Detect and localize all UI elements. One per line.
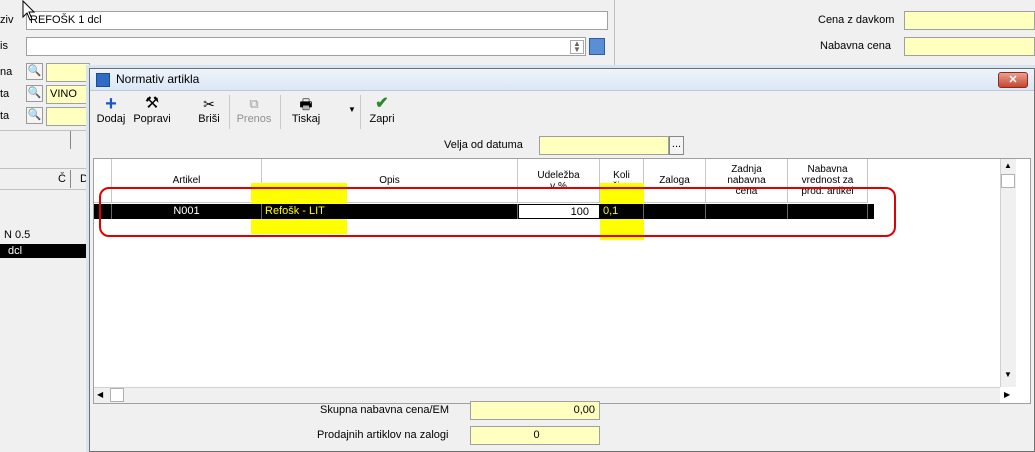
plus-icon: + xyxy=(105,93,117,115)
normativ-grid: Artikel Opis Udeležba v % Koli čina Zalo… xyxy=(93,158,1031,404)
cursor-icon xyxy=(22,0,36,21)
opis-label: is xyxy=(0,40,8,52)
scissors-icon: ✂ xyxy=(203,96,215,112)
row4-label: ta xyxy=(0,88,10,100)
vrsta-field[interactable]: VINO xyxy=(46,85,90,104)
chevron-down-icon[interactable]: ▼ xyxy=(348,105,356,114)
dialog-title: Normativ artikla xyxy=(116,72,200,86)
prenos-label: Prenos xyxy=(236,113,272,125)
column-c-header[interactable]: Č xyxy=(58,173,66,185)
list-item-label: dcl xyxy=(8,245,23,257)
opis-field[interactable] xyxy=(26,37,586,56)
velja-date-field[interactable] xyxy=(539,136,669,155)
note-icon[interactable] xyxy=(589,38,605,55)
dialog-titlebar[interactable]: Normativ artikla ✕ xyxy=(90,69,1034,91)
cena-z-davkom-field[interactable] xyxy=(904,11,1035,30)
scroll-thumb[interactable] xyxy=(1001,174,1015,188)
column-d-header[interactable]: D xyxy=(80,173,88,185)
printer-icon: 🖶 xyxy=(299,96,313,112)
velja-label: Velja od datuma xyxy=(444,139,523,151)
prenos-button[interactable]: ⧉ Prenos xyxy=(236,95,272,125)
scroll-down-icon[interactable]: ▼ xyxy=(1004,370,1012,379)
toolbar-separator xyxy=(280,95,281,129)
nabavna-cena-label: Nabavna cena xyxy=(820,40,891,52)
hammer-icon: ⚒ xyxy=(144,95,160,112)
grid-header xyxy=(0,168,89,190)
annotation-frame xyxy=(99,187,896,237)
row3-label: na xyxy=(0,66,13,78)
row3-field[interactable] xyxy=(46,63,90,82)
zapri-button[interactable]: ✔ Zapri xyxy=(368,95,396,125)
spin-icon[interactable]: ▲ ▼ xyxy=(570,40,584,54)
search-icon[interactable]: 🔍 xyxy=(26,85,43,102)
divider xyxy=(0,130,89,131)
search-icon[interactable]: 🔍 xyxy=(26,63,43,80)
dodaj-label: Dodaj xyxy=(96,113,126,125)
skupna-field: 0,00 xyxy=(470,401,600,420)
popravi-label: Popravi xyxy=(133,113,171,125)
h-scroll-thumb[interactable] xyxy=(110,388,124,402)
brisi-button[interactable]: ✂ Briši xyxy=(196,95,222,125)
brisi-label: Briši xyxy=(198,113,220,125)
checkmark-icon: ✔ xyxy=(375,95,389,112)
skupna-label: Skupna nabavna cena/EM xyxy=(320,404,450,416)
naziv-label: ziv xyxy=(0,14,14,26)
close-button[interactable]: ✕ xyxy=(998,72,1028,88)
vertical-scrollbar[interactable] xyxy=(1000,159,1016,387)
toolbar-separator xyxy=(229,95,230,129)
transfer-icon: ⧉ xyxy=(249,96,259,111)
row5-field[interactable] xyxy=(46,107,90,126)
zapri-label: Zapri xyxy=(369,113,395,125)
scroll-up-icon[interactable]: ▲ xyxy=(1004,161,1012,170)
nabavna-cena-field[interactable] xyxy=(904,37,1035,56)
scroll-right-icon[interactable]: ▶ xyxy=(1004,390,1010,399)
cena-z-davkom-label: Cena z davkom xyxy=(818,14,895,26)
scroll-left-icon[interactable]: ◀ xyxy=(97,390,103,399)
dodaj-button[interactable]: + Dodaj xyxy=(94,93,128,125)
divider xyxy=(70,131,71,149)
search-icon[interactable]: 🔍 xyxy=(26,107,43,124)
row5-label: ta xyxy=(0,110,10,122)
prodajnih-label: Prodajnih artiklov na zalogi xyxy=(317,429,449,441)
date-picker-button[interactable]: ... xyxy=(669,136,684,155)
window-icon xyxy=(96,73,110,87)
normativ-dialog: Normativ artikla ✕ + Dodaj ⚒ Popravi ✂ B… xyxy=(89,68,1035,452)
tiskaj-label: Tiskaj xyxy=(291,113,321,125)
tiskaj-button[interactable]: 🖶 Tiskaj xyxy=(288,95,324,125)
toolbar-separator xyxy=(360,95,361,129)
divider xyxy=(614,0,615,68)
popravi-button[interactable]: ⚒ Popravi xyxy=(130,95,174,125)
prodajnih-field: 0 xyxy=(470,426,600,445)
naziv-field[interactable]: REFOŠK 1 dcl xyxy=(26,11,608,30)
list-item[interactable]: N 0.5 xyxy=(4,229,30,241)
